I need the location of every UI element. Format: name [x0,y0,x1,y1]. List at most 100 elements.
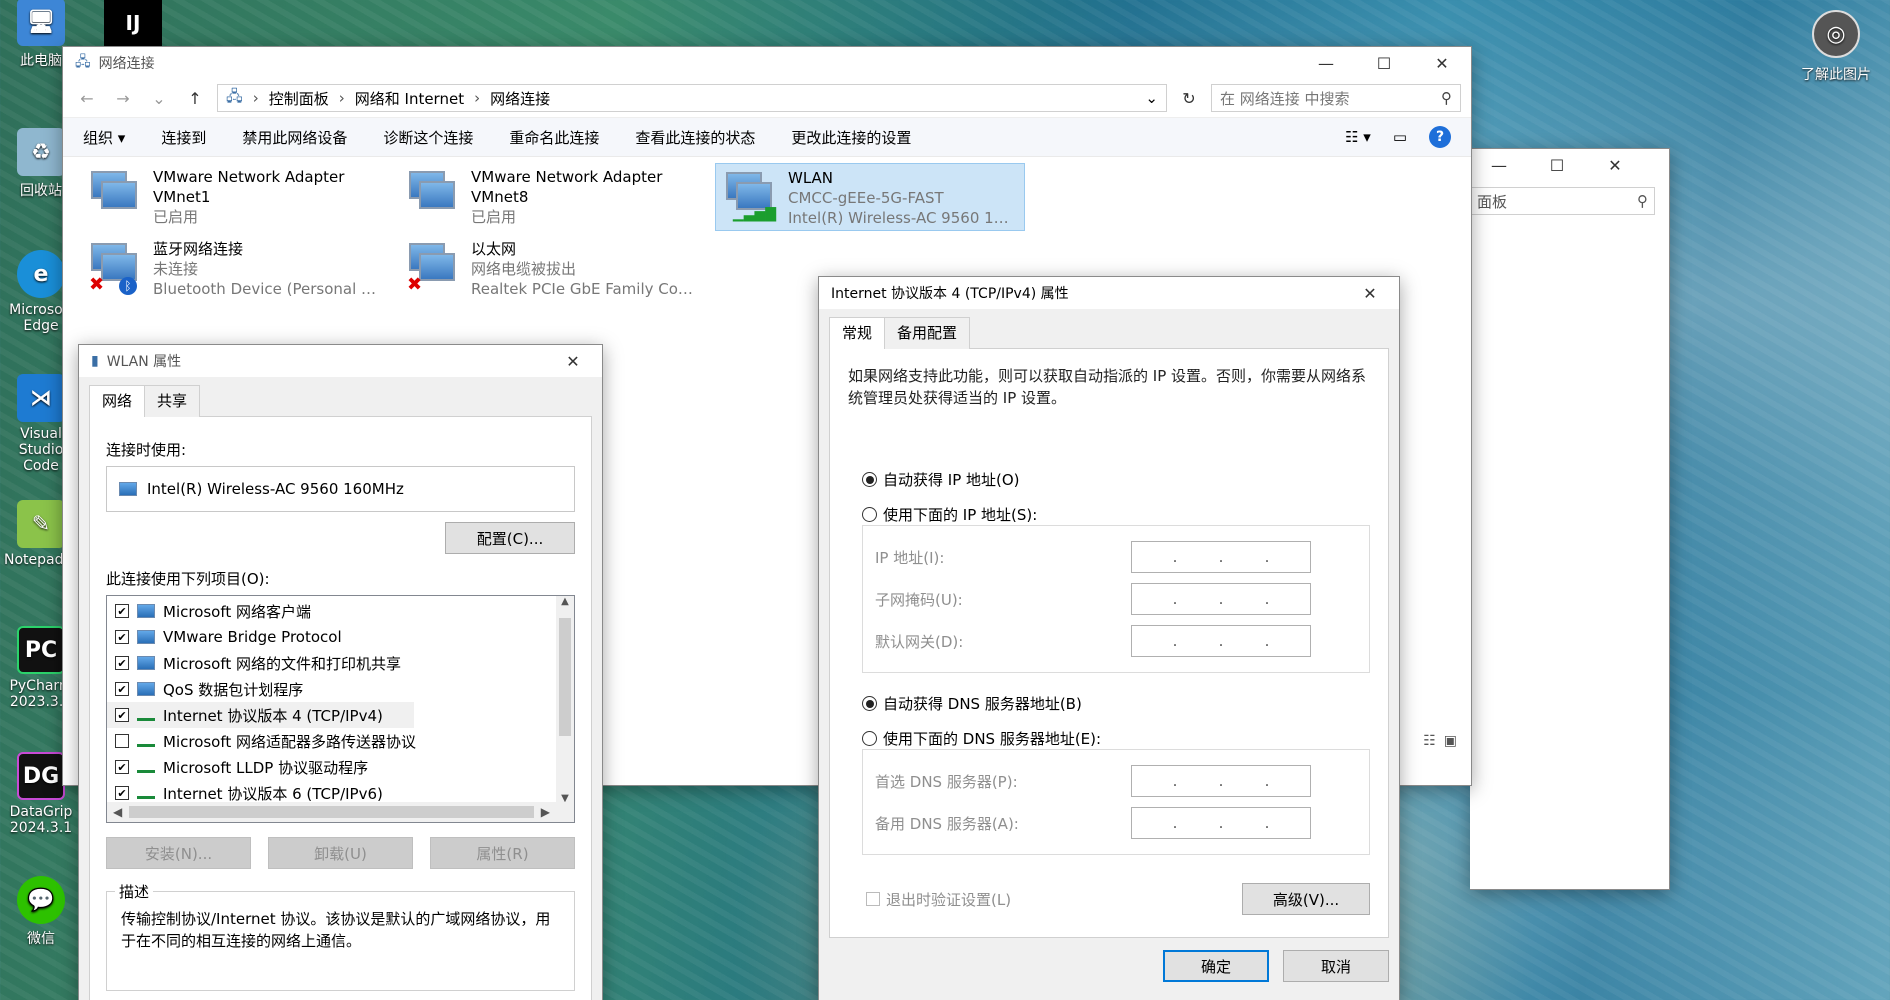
adapter-vmnet1[interactable]: VMware Network Adapter VMnet1 已启用 [81,163,391,231]
details-view-icon[interactable]: ☷ [1423,733,1436,749]
adapter-wlan[interactable]: ▁▃▅▇ WLAN CMCC-gEEe-5G-FAST Intel(R) Wirel… [715,163,1025,231]
adapter-vmnet8[interactable]: VMware Network Adapter VMnet8 已启用 [399,163,709,231]
tab-alternate-config[interactable]: 备用配置 [884,317,971,349]
cancel-button[interactable]: 取消 [1283,950,1389,982]
configure-button[interactable]: 配置(C)... [445,522,575,554]
preview-pane-icon[interactable]: ▭ [1393,128,1407,146]
uninstall-button[interactable]: 卸载(U) [268,837,413,869]
intro-text: 如果网络支持此功能，则可以获取自动指派的 IP 设置。否则，你需要从网络系统管理… [848,367,1367,407]
list-item-label: VMware Bridge Protocol [163,628,342,646]
close-icon[interactable]: ✕ [1586,149,1644,181]
radio-selected[interactable] [862,472,877,487]
address-bar[interactable]: 🖧 › 控制面板 › 网络和 Internet › 网络连接 ⌄ [217,84,1167,112]
validate-checkbox[interactable] [866,892,880,906]
radio-selected[interactable] [862,696,877,711]
view-toggle: ☷ ▣ [1423,733,1457,749]
checkbox[interactable]: ✔ [115,630,129,644]
checkbox[interactable]: ✔ [115,786,129,800]
ip-address-field[interactable]: ... [1131,541,1311,573]
connect-to-button[interactable]: 连接到 [161,127,206,148]
manual-ip-option[interactable]: 使用下面的 IP 地址(S): [862,504,1370,525]
tab-network[interactable]: 网络 [89,385,146,417]
minimize-icon[interactable]: — [1297,47,1355,79]
breadcrumb-control-panel[interactable]: 控制面板 [269,88,329,109]
close-icon[interactable]: ✕ [1341,277,1399,309]
adapter-ethernet[interactable]: ✖ 以太网 网络电缆被拔出 Realtek PCIe GbE Family Cont… [399,235,709,303]
disable-device-button[interactable]: 禁用此网络设备 [242,127,347,148]
organize-menu[interactable]: 组织 ▾ [83,127,125,148]
adapter-bluetooth[interactable]: ✖ ᛒ 蓝牙网络连接 未连接 Bluetooth Device (Personal A… [81,235,391,303]
manual-dns-option[interactable]: 使用下面的 DNS 服务器地址(E): [862,728,1370,749]
scroll-thumb[interactable] [559,618,571,736]
ok-button[interactable]: 确定 [1163,950,1269,982]
install-button[interactable]: 安装(N)... [106,837,251,869]
wifi-adapter-icon: ▁▃▅▇ [722,168,778,224]
help-icon[interactable]: ? [1429,126,1451,148]
auto-ip-option[interactable]: 自动获得 IP 地址(O) [862,469,1370,490]
preferred-dns-field[interactable]: ... [1131,765,1311,797]
checkbox[interactable]: ✔ [115,656,129,670]
list-item-label: Internet 协议版本 4 (TCP/IPv4) [163,706,383,725]
forward-arrow-icon[interactable]: → [109,89,137,108]
maximize-icon[interactable]: ☐ [1528,149,1586,181]
ipv4-general-panel: 如果网络支持此功能，则可以获取自动指派的 IP 设置。否则，你需要从网络系统管理… [829,348,1389,938]
view-options-icon[interactable]: ☷ ▾ [1345,128,1371,146]
list-item[interactable]: ✔ VMware Bridge Protocol [107,624,574,650]
list-item[interactable]: ✔ QoS 数据包计划程序 [107,676,574,702]
components-list[interactable]: ✔ Microsoft 网络客户端 ✔ VMware Bridge Protocol… [106,595,575,823]
ip-dot: . [1264,814,1270,832]
checkbox[interactable]: ✔ [115,708,129,722]
list-item[interactable]: ✔ Microsoft 网络客户端 [107,598,574,624]
scroll-right-icon[interactable]: ▶ [541,805,550,819]
rename-button[interactable]: 重命名此连接 [509,127,599,148]
intellij-icon[interactable]: IJ [104,0,162,46]
search-input[interactable]: 在 网络连接 中搜索 ⚲ [1211,84,1461,112]
scroll-left-icon[interactable]: ◀ [113,805,122,819]
close-icon[interactable]: ✕ [1413,47,1471,79]
checkbox[interactable]: ✔ [115,682,129,696]
desktop-icon-wechat[interactable]: 💬 微信 [4,876,78,948]
ip-dot: . [1264,548,1270,566]
diagnose-button[interactable]: 诊断这个连接 [383,127,473,148]
description-text: 传输控制协议/Internet 协议。该协议是默认的广域网络协议，用于在不同的相… [121,910,551,950]
checkbox[interactable] [115,734,129,748]
properties-button[interactable]: 属性(R) [430,837,575,869]
auto-dns-option[interactable]: 自动获得 DNS 服务器地址(B) [862,693,1370,714]
list-item[interactable]: ✔ Microsoft LLDP 协议驱动程序 [107,754,574,780]
list-item-selected[interactable]: ✔ Internet 协议版本 4 (TCP/IPv4) [107,702,414,728]
horizontal-scrollbar[interactable]: ◀ ▶ [107,802,574,822]
tab-sharing[interactable]: 共享 [144,385,201,417]
list-item[interactable]: Microsoft 网络适配器多路传送器协议 [107,728,574,754]
chevron-down-icon[interactable]: ⌄ [1145,89,1158,107]
tab-general[interactable]: 常规 [829,317,886,349]
radio-unselected[interactable] [862,507,877,522]
up-arrow-icon[interactable]: ↑ [181,89,209,108]
maximize-icon[interactable]: ☐ [1355,47,1413,79]
back-arrow-icon[interactable]: ← [73,89,101,108]
scroll-up-icon[interactable]: ▲ [556,596,574,607]
close-icon[interactable]: ✕ [544,345,602,377]
radio-unselected[interactable] [862,731,877,746]
scroll-thumb[interactable] [129,806,534,818]
validate-on-exit-option[interactable]: 退出时验证设置(L) [866,889,1011,910]
bg-search-input[interactable]: 面板 ⚲ [1470,187,1655,215]
ip-dot: . [1218,632,1224,650]
advanced-button[interactable]: 高级(V)... [1242,883,1370,915]
adapter-name: WLAN [788,169,834,187]
minimize-icon[interactable]: — [1470,149,1528,181]
change-settings-button[interactable]: 更改此连接的设置 [791,127,911,148]
breadcrumb-network-internet[interactable]: 网络和 Internet [355,88,464,109]
subnet-mask-field[interactable]: ... [1131,583,1311,615]
breadcrumb-network-connections[interactable]: 网络连接 [490,88,550,109]
alternate-dns-field[interactable]: ... [1131,807,1311,839]
gateway-field[interactable]: ... [1131,625,1311,657]
checkbox[interactable]: ✔ [115,604,129,618]
learn-about-picture[interactable]: ◎ 了解此图片 [1796,10,1876,84]
recent-chevron-icon[interactable]: ⌄ [145,89,173,108]
large-icons-view-icon[interactable]: ▣ [1444,733,1457,749]
checkbox[interactable]: ✔ [115,760,129,774]
list-item[interactable]: ✔ Microsoft 网络的文件和打印机共享 [107,650,574,676]
vertical-scrollbar[interactable]: ▲ ▼ [556,596,574,804]
view-status-button[interactable]: 查看此连接的状态 [635,127,755,148]
refresh-icon[interactable]: ↻ [1175,89,1203,108]
